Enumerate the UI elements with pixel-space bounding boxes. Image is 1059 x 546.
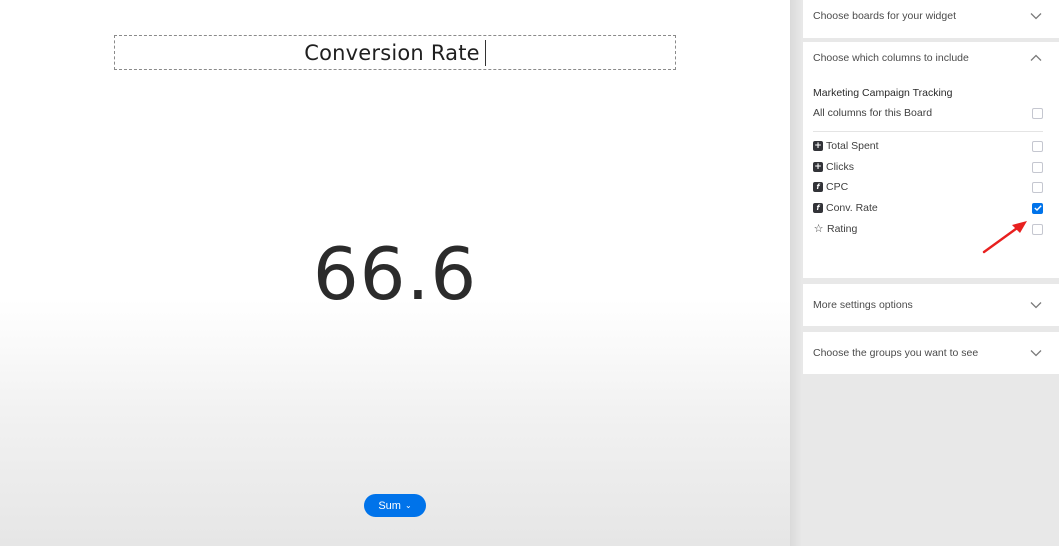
annotation-arrow-icon: [982, 221, 1027, 254]
all-columns-row[interactable]: All columns for this Board: [813, 107, 1043, 119]
all-columns-label: All columns for this Board: [813, 107, 933, 119]
column-label: Clicks: [826, 161, 854, 173]
column-label: Rating: [827, 223, 858, 235]
panel-shadow: [790, 0, 802, 546]
chevron-down-icon[interactable]: [1029, 9, 1043, 23]
column-row-conv-rate[interactable]: f Conv. Rate: [813, 201, 1043, 215]
column-checkbox-conv-rate[interactable]: [1032, 202, 1043, 214]
section-more-label: More settings options: [813, 299, 913, 311]
section-groups[interactable]: Choose the groups you want to see: [803, 332, 1059, 374]
checkmark-icon: [1033, 205, 1042, 211]
aggregation-label: Sum: [378, 499, 401, 512]
column-checkbox-total-spent[interactable]: [1032, 140, 1043, 152]
formula-icon: f: [813, 203, 823, 213]
column-label: Conv. Rate: [826, 202, 878, 214]
column-label: CPC: [826, 181, 849, 193]
text-cursor: [484, 39, 486, 66]
chevron-down-icon: ⌄: [404, 501, 412, 510]
star-icon: ☆: [813, 223, 824, 235]
plus-box-icon: +: [813, 162, 823, 172]
widget-title-text: Conversion Rate: [304, 40, 480, 65]
section-groups-label: Choose the groups you want to see: [813, 347, 979, 359]
column-checkbox-cpc[interactable]: [1032, 181, 1043, 193]
chevron-down-icon[interactable]: [1029, 346, 1043, 360]
section-boards[interactable]: Choose boards for your widget: [803, 0, 1059, 38]
all-columns-checkbox[interactable]: [1032, 107, 1043, 119]
column-label: Total Spent: [826, 140, 879, 152]
section-columns-header[interactable]: Choose which columns to include: [803, 42, 1059, 74]
column-checkbox-clicks[interactable]: [1032, 161, 1043, 173]
column-checkbox-rating[interactable]: [1032, 223, 1043, 235]
column-row-cpc[interactable]: f CPC: [813, 180, 1043, 194]
divider: [813, 131, 1043, 132]
widget-area: Conversion Rate 66.6 Sum ⌄: [0, 0, 790, 546]
section-columns-label: Choose which columns to include: [813, 52, 969, 64]
chevron-down-icon[interactable]: [1029, 298, 1043, 312]
widget-value: 66.6: [312, 232, 478, 316]
formula-icon: f: [813, 182, 823, 192]
column-row-clicks[interactable]: + Clicks: [813, 160, 1043, 174]
board-name: Marketing Campaign Tracking: [813, 87, 953, 99]
section-more-settings[interactable]: More settings options: [803, 284, 1059, 326]
aggregation-dropdown-button[interactable]: Sum ⌄: [364, 494, 426, 517]
widget-title-field[interactable]: Conversion Rate: [114, 35, 676, 70]
chevron-up-icon[interactable]: [1029, 51, 1043, 65]
section-boards-label: Choose boards for your widget: [813, 10, 956, 22]
column-row-total-spent[interactable]: + Total Spent: [813, 139, 1043, 153]
plus-box-icon: +: [813, 141, 823, 151]
